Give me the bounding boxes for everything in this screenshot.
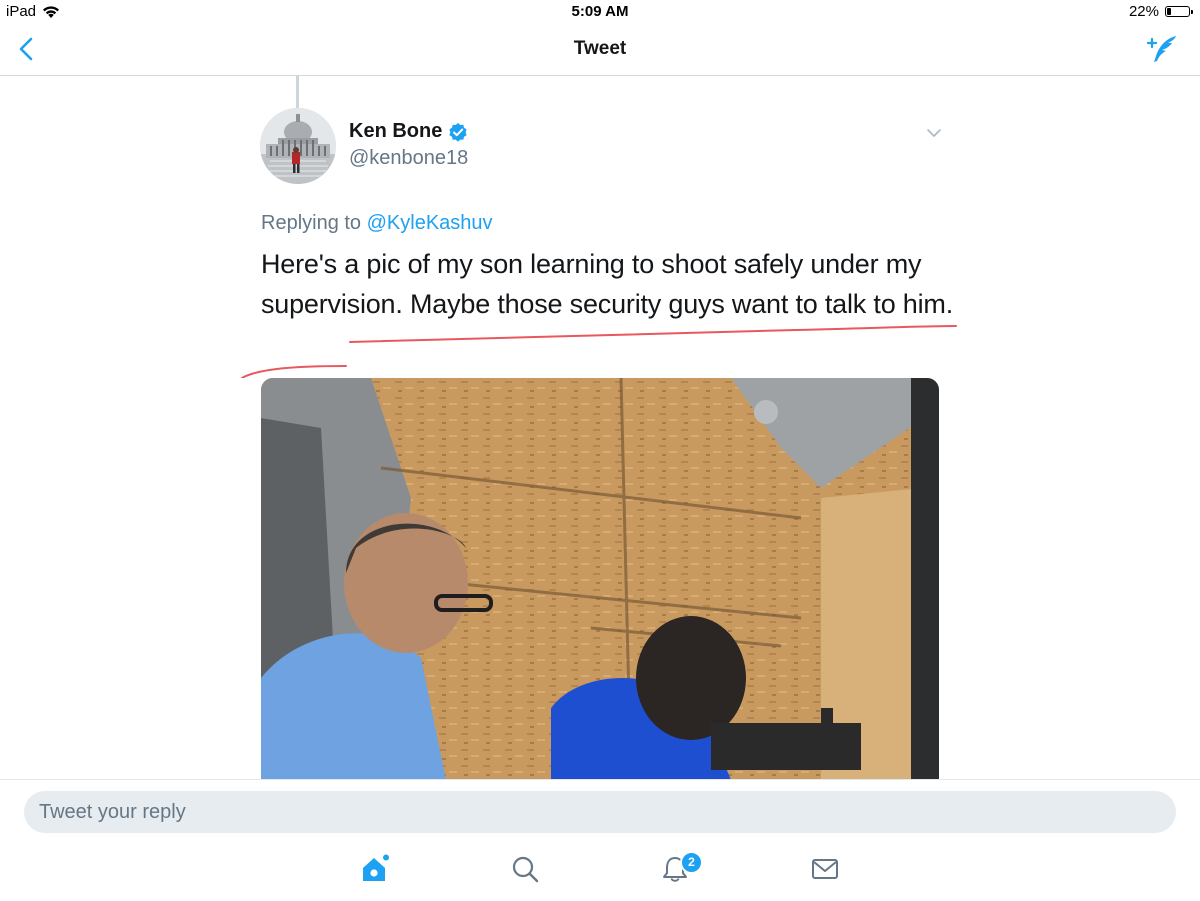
author-display-name-row[interactable]: Ken Bone	[349, 120, 468, 143]
thread-connector	[296, 75, 299, 108]
replying-to-line: Replying to @KyleKashuv	[261, 212, 493, 235]
chevron-down-icon[interactable]	[925, 126, 943, 140]
notifications-badge: 2	[680, 851, 703, 874]
status-time: 5:09 AM	[571, 3, 629, 20]
nav-bar: Tweet	[0, 24, 1200, 76]
capitol-avatar-image	[260, 108, 336, 184]
tweet-text: Here's a pic of my son learning to shoot…	[261, 249, 954, 319]
status-right: 22%	[1128, 3, 1193, 20]
status-bar: iPad 5:09 AM 22%	[0, 0, 1200, 24]
search-icon[interactable]	[510, 854, 540, 884]
tweet-reply-input[interactable]: Tweet your reply	[24, 791, 1176, 833]
battery-percent: 22%	[1128, 3, 1159, 20]
verified-badge-icon	[449, 122, 467, 142]
red-underline-annotation	[241, 325, 957, 378]
home-icon[interactable]	[360, 854, 390, 884]
page-title: Tweet	[573, 38, 627, 59]
replying-to-mention[interactable]: @KyleKashuv	[367, 212, 493, 234]
reply-bar: Tweet your reply 2	[0, 779, 1200, 901]
replying-to-label: Replying to	[261, 212, 362, 234]
author-handle[interactable]: @kenbone18	[349, 147, 468, 170]
tweet-photo[interactable]	[261, 378, 939, 780]
author-display-name: Ken Bone	[349, 120, 443, 142]
battery-icon	[1165, 6, 1193, 17]
shooting-range-photo	[261, 378, 939, 780]
compose-tweet-icon[interactable]	[1146, 34, 1178, 64]
avatar[interactable]	[260, 108, 336, 184]
envelope-icon[interactable]	[810, 854, 840, 884]
battery-level	[1167, 8, 1171, 15]
